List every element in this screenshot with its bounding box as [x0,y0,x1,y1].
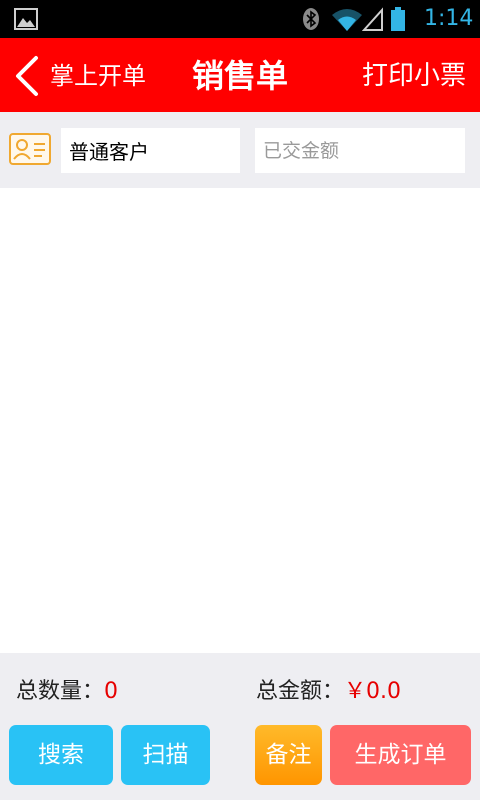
scan-button[interactable]: 扫描 [121,725,210,785]
app-header: 掌上开单 销售单 打印小票 [0,38,480,112]
total-quantity-label: 总数量： [16,679,105,704]
customer-name-input[interactable] [61,128,240,173]
paid-amount-input[interactable] [255,128,465,173]
product-list [0,188,480,653]
status-time: 1:14 [424,6,474,31]
total-amount: 总金额：￥0.0 [256,677,401,707]
bluetooth-icon [303,8,319,30]
total-quantity: 总数量：0 [16,677,118,707]
total-amount-value: ￥0.0 [344,679,402,704]
footer-bar: 总数量：0 总金额：￥0.0 搜索 扫描 备注 生成订单 [0,653,480,800]
create-order-button[interactable]: 生成订单 [330,725,471,785]
back-chevron-icon[interactable] [12,54,42,98]
total-amount-label: 总金额： [256,679,345,704]
contact-card-icon[interactable] [9,133,51,165]
gallery-icon [14,8,38,30]
customer-bar [0,112,480,188]
signal-icon [362,7,383,31]
total-quantity-value: 0 [104,679,119,704]
status-bar: 1:14 [0,0,480,38]
print-receipt-button[interactable]: 打印小票 [362,58,466,94]
back-button[interactable]: 掌上开单 [50,60,146,92]
search-button[interactable]: 搜索 [9,725,113,785]
note-button[interactable]: 备注 [255,725,322,785]
wifi-icon [332,9,362,31]
battery-icon [391,7,405,31]
page-title: 销售单 [192,57,289,95]
